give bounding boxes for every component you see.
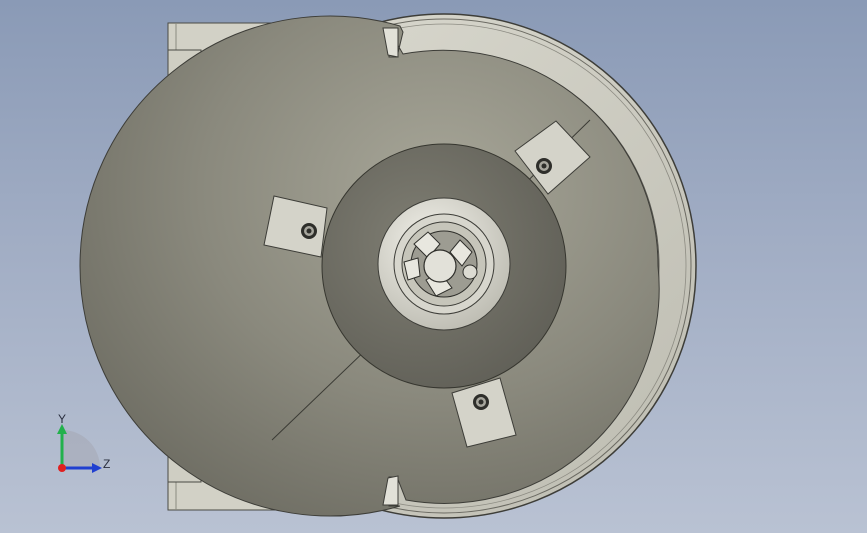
y-axis-label: Y [58, 412, 67, 426]
x-axis-dot [58, 464, 66, 472]
cad-viewport[interactable]: Y Z [0, 0, 867, 533]
rotary-actuator-model[interactable] [0, 0, 867, 533]
orientation-triad: Y Z [50, 410, 120, 480]
z-axis-label: Z [103, 457, 111, 471]
center-hub [377, 197, 511, 331]
